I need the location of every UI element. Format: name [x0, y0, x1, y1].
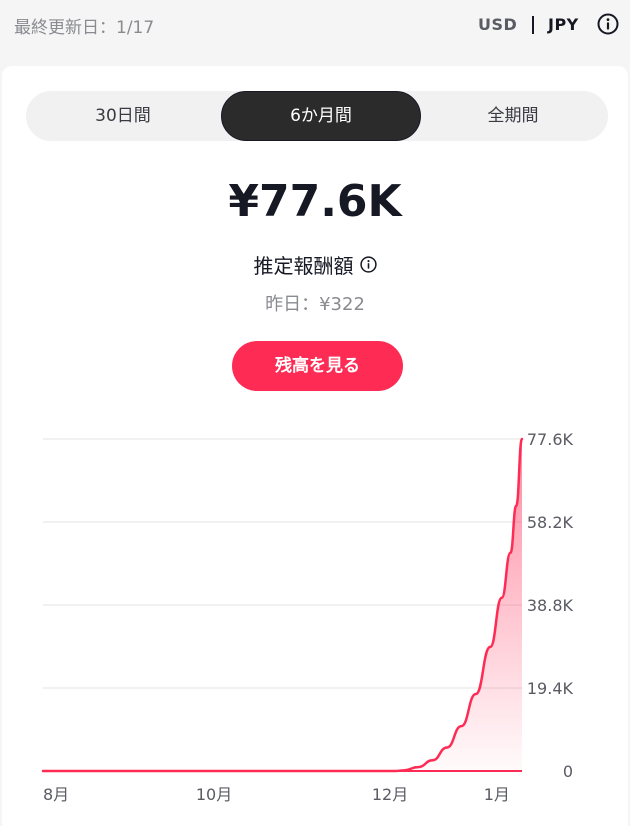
- currency-usd-option[interactable]: USD: [478, 15, 517, 34]
- period-tabs: 30日間 6か月間 全期間: [26, 91, 608, 141]
- x-tick-label: 1月: [484, 785, 510, 804]
- currency-divider: [532, 16, 534, 34]
- x-tick-label: 12月: [372, 785, 408, 804]
- x-tick-label: 10月: [196, 785, 232, 804]
- tab-30-days[interactable]: 30日間: [26, 91, 220, 141]
- view-balance-button[interactable]: 残高を見る: [232, 341, 403, 391]
- info-icon[interactable]: [597, 13, 619, 35]
- estimated-label: 推定報酬額: [253, 254, 354, 278]
- estimated-label-row: 推定報酬額: [0, 250, 630, 279]
- estimated-amount: ¥77.6K: [228, 176, 402, 227]
- y-tick-label: 19.4K: [527, 679, 574, 698]
- earnings-chart: 0 19.4K 38.8K 58.2K 77.6K 8月 10月 12月 1月: [41, 430, 574, 804]
- y-tick-label: 38.8K: [527, 596, 574, 615]
- y-tick-label: 58.2K: [527, 513, 574, 532]
- tab-all-time[interactable]: 全期間: [418, 91, 608, 141]
- y-tick-label: 0: [563, 762, 573, 781]
- y-tick-label: 77.6K: [527, 430, 574, 449]
- top-bar: 最終更新日：1/17 USD JPY: [0, 0, 630, 66]
- tab-6-months[interactable]: 6か月間: [221, 91, 421, 141]
- x-tick-label: 8月: [43, 785, 69, 804]
- currency-jpy-option[interactable]: JPY: [548, 15, 579, 34]
- last-updated-text: 最終更新日：1/17: [14, 18, 155, 38]
- estimated-info-icon[interactable]: [359, 256, 377, 273]
- yesterday-earnings: 昨日：¥322: [265, 294, 365, 315]
